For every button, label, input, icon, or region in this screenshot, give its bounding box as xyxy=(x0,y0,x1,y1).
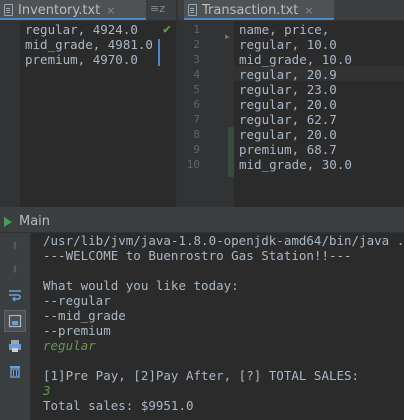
line-number: 2 xyxy=(193,38,200,51)
console-user-input: 3 xyxy=(43,383,51,398)
line-number: 5 xyxy=(193,83,200,96)
transaction-line: regular, 23.0 xyxy=(239,82,337,97)
check-icon: ✔ xyxy=(163,22,171,37)
line-number: 8 xyxy=(193,128,200,141)
run-toolbar: ⬆ ⬇ xyxy=(0,233,31,420)
tab-list-icon[interactable]: ≡z xyxy=(150,2,165,15)
text-file-icon xyxy=(4,4,13,16)
console-line: What would you like today: xyxy=(43,278,239,293)
transaction-line: mid_grade, 30.0 xyxy=(239,157,352,172)
tab-inventory-label: Inventory.txt xyxy=(18,2,101,18)
console-output[interactable]: /usr/lib/jvm/java-1.8.0-openjdk-amd64/bi… xyxy=(31,233,404,420)
transaction-line: regular, 20.0 xyxy=(239,127,337,142)
run-panel-title[interactable]: Main xyxy=(19,214,50,229)
active-tab-indicator xyxy=(184,18,334,20)
inventory-line: mid_grade, 4981.0 xyxy=(25,37,153,52)
close-icon[interactable]: × xyxy=(304,4,313,17)
transaction-line: name, price, xyxy=(239,22,330,37)
inventory-editor[interactable]: regular, 4924.0 mid_grade, 4981.0 premiu… xyxy=(20,21,176,207)
transaction-line: regular, 10.0 xyxy=(239,37,337,52)
run-icon xyxy=(4,216,12,227)
arrow-up-icon[interactable]: ⬆ xyxy=(6,237,24,255)
console-line: ---WELCOME to Buenrostro Gas Station!!--… xyxy=(43,248,352,263)
right-gutter: 1 2 3 4 5 6 7 8 9 10 ▶ xyxy=(178,21,234,207)
close-icon[interactable]: × xyxy=(106,4,115,17)
line-number: 10 xyxy=(186,158,200,171)
transaction-line: regular, 62.7 xyxy=(239,112,337,127)
active-tab-indicator xyxy=(0,18,146,20)
left-gutter xyxy=(0,21,20,207)
transaction-line: premium, 68.7 xyxy=(239,142,337,157)
console-line: --mid_grade xyxy=(43,308,126,323)
trash-icon[interactable] xyxy=(6,362,24,380)
print-icon[interactable] xyxy=(6,337,24,355)
scroll-to-end-icon[interactable] xyxy=(4,310,26,332)
line-number: 6 xyxy=(193,98,200,111)
transaction-line: regular, 20.9 xyxy=(239,67,337,82)
change-marker xyxy=(158,39,160,66)
console-line: --premium xyxy=(43,323,111,338)
tab-transaction[interactable]: Transaction.txt × xyxy=(184,0,334,20)
line-number: 1 xyxy=(193,23,200,36)
line-number: 7 xyxy=(193,113,200,126)
console-line: [1]Pre Pay, [2]Pay After, [?] TOTAL SALE… xyxy=(43,368,360,383)
tab-inventory[interactable]: Inventory.txt × xyxy=(0,0,146,20)
console-command-line: /usr/lib/jvm/java-1.8.0-openjdk-amd64/bi… xyxy=(43,233,404,248)
inventory-line: regular, 4924.0 xyxy=(25,22,138,37)
console-line: --regular xyxy=(43,293,111,308)
fold-icon: ▶ xyxy=(225,32,230,41)
text-file-icon xyxy=(188,4,197,16)
line-number: 3 xyxy=(193,53,200,66)
transaction-editor[interactable]: name, price, regular, 10.0 mid_grade, 10… xyxy=(234,21,404,207)
console-user-input: regular xyxy=(43,338,96,353)
inventory-line: premium, 4970.0 xyxy=(25,52,138,67)
console-line: Total sales: $9951.0 xyxy=(43,398,194,413)
line-number: 4 xyxy=(193,68,200,81)
run-panel-header: Main xyxy=(0,211,404,233)
transaction-line: mid_grade, 10.0 xyxy=(239,52,352,67)
line-number: 9 xyxy=(193,143,200,156)
arrow-down-icon[interactable]: ⬇ xyxy=(6,261,24,279)
transaction-line: regular, 20.0 xyxy=(239,97,337,112)
tab-transaction-label: Transaction.txt xyxy=(202,2,299,18)
soft-wrap-icon[interactable] xyxy=(6,286,24,304)
